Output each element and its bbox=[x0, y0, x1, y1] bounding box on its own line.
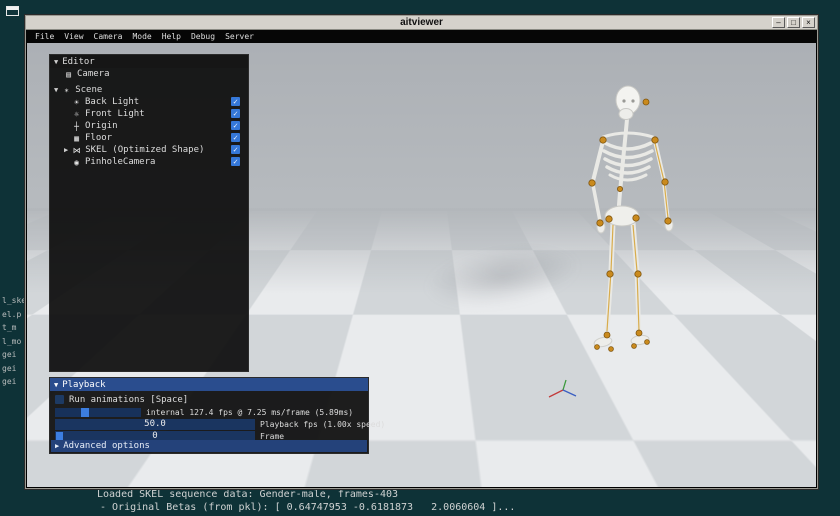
titlebar[interactable]: aitviewer – □ × bbox=[26, 16, 817, 30]
slider-grab[interactable] bbox=[81, 408, 89, 417]
scene-icon: ∗ bbox=[64, 85, 70, 95]
menu-server[interactable]: Server bbox=[220, 32, 259, 41]
menu-mode[interactable]: Mode bbox=[127, 32, 156, 41]
playback-fps-label: Playback fps (1.00x speed) bbox=[260, 420, 386, 429]
menu-bar: File View Camera Mode Help Debug Server bbox=[26, 30, 817, 43]
terminal-log-line: - Original Betas (from pkl): [ 0.6474795… bbox=[100, 502, 516, 513]
maximize-button[interactable]: □ bbox=[787, 17, 800, 28]
visibility-checkbox[interactable]: ✓ bbox=[231, 157, 240, 166]
tree-item-camera[interactable]: ▤ Camera bbox=[50, 68, 248, 80]
run-animations-checkbox[interactable] bbox=[55, 395, 64, 404]
terminal-fragment: gei bbox=[2, 377, 17, 386]
performance-stats: internal 127.4 fps @ 7.25 ms/frame (5.89… bbox=[146, 408, 354, 417]
collapse-arrow-icon: ▼ bbox=[54, 380, 59, 389]
minimize-button[interactable]: – bbox=[772, 17, 785, 28]
origin-axes-icon: ┼ bbox=[74, 121, 79, 131]
floor-grid-icon: ▦ bbox=[74, 133, 79, 143]
aitviewer-window: aitviewer – □ × File View Camera Mode He… bbox=[25, 15, 818, 489]
expand-arrow-icon[interactable]: ▶ bbox=[64, 146, 68, 154]
bone-icon: ⋈ bbox=[72, 145, 81, 155]
terminal-fragment: gei bbox=[2, 364, 17, 373]
visibility-checkbox[interactable]: ✓ bbox=[231, 145, 240, 154]
menu-debug[interactable]: Debug bbox=[186, 32, 220, 41]
terminal-fragment: gei bbox=[2, 350, 17, 359]
terminal-fragment: l_mo bbox=[2, 337, 22, 346]
playback-panel-header[interactable]: ▼ Playback bbox=[50, 378, 368, 391]
light-icon: ☀ bbox=[74, 97, 79, 107]
editor-panel: ▼ Editor ▤ Camera ▼ ∗ Scene ☀ Back Light… bbox=[49, 54, 249, 372]
expand-arrow-icon[interactable]: ▼ bbox=[54, 86, 58, 94]
advanced-options-label: Advanced options bbox=[63, 441, 150, 451]
tree-item-floor[interactable]: ▦ Floor ✓ bbox=[50, 132, 248, 144]
tree-item-origin[interactable]: ┼ Origin ✓ bbox=[50, 120, 248, 132]
playback-panel: ▼ Playback Run animations [Space] intern… bbox=[49, 377, 385, 454]
tree-item-skel[interactable]: ▶ ⋈ SKEL (Optimized Shape) ✓ bbox=[50, 144, 248, 156]
tree-item-scene[interactable]: ▼ ∗ Scene bbox=[50, 84, 248, 96]
tree-item-pinholecamera[interactable]: ◉ PinholeCamera ✓ bbox=[50, 156, 248, 168]
terminal-log-line: Loaded SKEL sequence data: Gender-male, … bbox=[97, 489, 399, 500]
drop-hint-icon: ↓ bbox=[231, 455, 237, 469]
run-animations-label: Run animations [Space] bbox=[69, 394, 189, 405]
terminal-fragment: l_ske bbox=[2, 296, 27, 305]
playback-panel-title: Playback bbox=[62, 379, 106, 390]
editor-panel-title: Editor bbox=[62, 56, 95, 67]
visibility-checkbox[interactable]: ✓ bbox=[231, 109, 240, 118]
collapse-arrow-icon: ▼ bbox=[54, 57, 59, 66]
tree-item-front-light[interactable]: ☼ Front Light ✓ bbox=[50, 108, 248, 120]
menu-file[interactable]: File bbox=[30, 32, 59, 41]
folder-icon: ▤ bbox=[66, 69, 71, 79]
expand-arrow-icon: ▶ bbox=[55, 442, 60, 450]
playback-fps-row: 50.0 Playback fps (1.00x speed) bbox=[55, 419, 385, 430]
advanced-options-header[interactable]: ▶ Advanced options bbox=[51, 440, 367, 452]
window-controls: – □ × bbox=[772, 17, 815, 28]
close-button[interactable]: × bbox=[802, 17, 815, 28]
terminal-fragment: t_m bbox=[2, 323, 17, 332]
menu-camera[interactable]: Camera bbox=[89, 32, 128, 41]
light-icon: ☼ bbox=[74, 109, 79, 119]
fps-limit-slider[interactable] bbox=[55, 408, 141, 417]
performance-row: internal 127.4 fps @ 7.25 ms/frame (5.89… bbox=[55, 407, 353, 418]
window-title: aitviewer bbox=[400, 17, 443, 28]
menu-help[interactable]: Help bbox=[157, 32, 186, 41]
axes-gizmo-icon bbox=[548, 379, 577, 398]
run-animations-row: Run animations [Space] bbox=[55, 394, 188, 405]
3d-viewport[interactable]: ↓ ▼ Editor ▤ Camera ▼ ∗ Scene ☀ Back Lig… bbox=[27, 43, 816, 487]
desktop-window-icon[interactable] bbox=[6, 6, 19, 16]
terminal-fragment: el.p bbox=[2, 310, 22, 319]
editor-panel-header[interactable]: ▼ Editor bbox=[50, 55, 248, 68]
visibility-checkbox[interactable]: ✓ bbox=[231, 121, 240, 130]
visibility-checkbox[interactable]: ✓ bbox=[231, 133, 240, 142]
playback-fps-input[interactable]: 50.0 bbox=[55, 419, 255, 430]
visibility-checkbox[interactable]: ✓ bbox=[231, 97, 240, 106]
camera-icon: ◉ bbox=[74, 157, 79, 167]
skeleton-model[interactable] bbox=[567, 85, 682, 357]
tree-item-back-light[interactable]: ☀ Back Light ✓ bbox=[50, 96, 248, 108]
menu-view[interactable]: View bbox=[59, 32, 88, 41]
